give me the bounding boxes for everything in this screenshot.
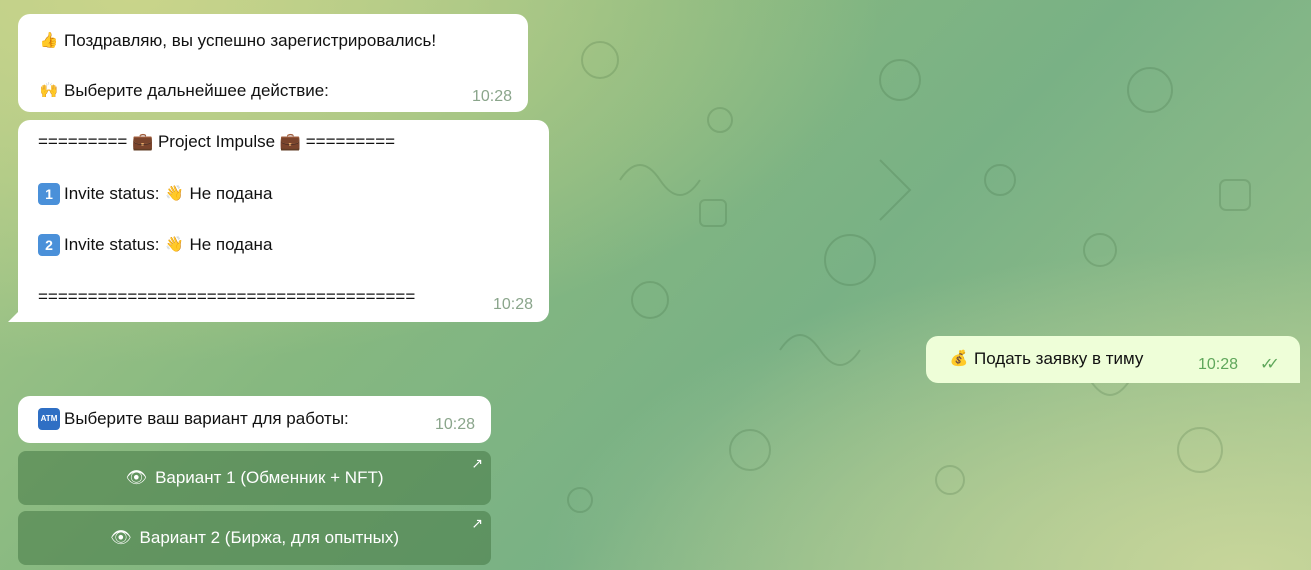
thumbs-up-icon: 👍 <box>39 32 59 49</box>
incoming-message-registration: 👍 Поздравляю, вы успешно зарегистрировал… <box>18 14 528 112</box>
project-footer: ====================================== <box>38 287 416 306</box>
project-header: ========= 💼 Project Impulse 💼 ========= <box>38 132 396 151</box>
message-time: 10:28 <box>471 88 512 105</box>
variant-1-button[interactable]: 👁 Вариант 1 (Обменник + NFT) ↗ <box>18 451 491 505</box>
arrow-up-right-icon: ↗ <box>471 455 483 471</box>
double-check-icon: ✓✓ <box>1260 356 1280 373</box>
arrow-up-right-icon: ↗ <box>471 515 483 531</box>
message-text: Выберите ваш вариант для работы: <box>64 409 349 428</box>
waving-hand-icon: 👋 <box>165 236 184 253</box>
message-time: 10:28 <box>492 296 533 313</box>
keycap-2-icon: 2 <box>38 234 60 256</box>
button-label: Вариант 1 (Обменник + NFT) <box>155 468 384 487</box>
message-time: 10:28 <box>434 416 475 433</box>
message-text: Поздравляю, вы успешно зарегистрировалис… <box>64 31 437 50</box>
raised-hands-icon: 🙌 <box>39 82 59 99</box>
button-label: Вариант 2 (Биржа, для опытных) <box>139 528 400 547</box>
variant-2-button[interactable]: 👁 Вариант 2 (Биржа, для опытных) ↗ <box>18 511 491 565</box>
money-bag-icon: 💰 <box>949 350 969 367</box>
invite-status-value: Не подана <box>189 235 273 254</box>
message-time: 10:28 <box>1198 356 1239 373</box>
waving-hand-icon: 👋 <box>165 185 184 202</box>
invite-status-label: Invite status: <box>64 184 160 203</box>
keycap-1-icon: 1 <box>38 183 60 205</box>
incoming-message-project-status: ========= 💼 Project Impulse 💼 ========= … <box>18 120 549 322</box>
eye-icon: 👁 <box>109 528 132 547</box>
incoming-message-choose-variant: ATM Выберите ваш вариант для работы: 10:… <box>18 396 491 443</box>
invite-status-label: Invite status: <box>64 235 160 254</box>
outgoing-message-apply: 💰 Подать заявку в тиму 10:28 ✓✓ <box>926 336 1300 383</box>
eye-icon: 👁 <box>125 468 148 487</box>
message-text: Подать заявку в тиму <box>974 349 1144 368</box>
invite-status-value: Не подана <box>189 184 273 203</box>
atm-icon: ATM <box>38 408 60 430</box>
message-text: Выберите дальнейшее действие: <box>64 81 329 100</box>
